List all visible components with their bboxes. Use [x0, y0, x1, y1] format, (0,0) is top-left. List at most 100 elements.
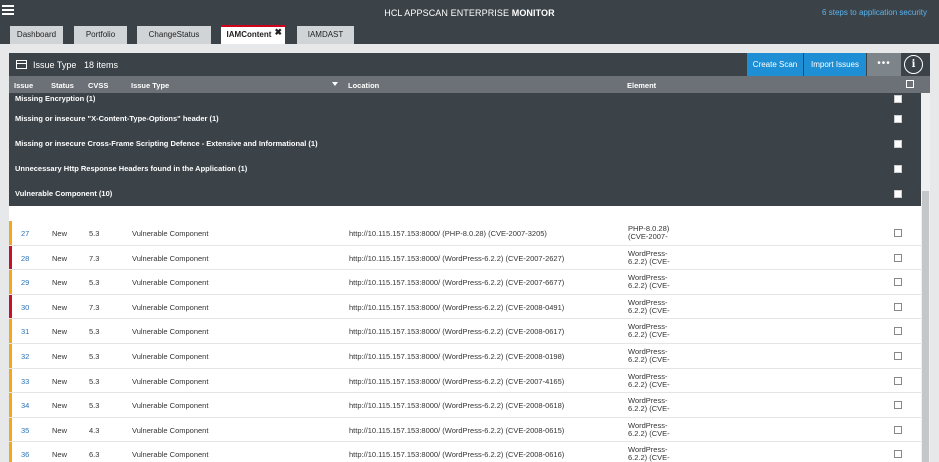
table-row[interactable]: 32 New 5.3 Vulnerable Component http://10.11…: [9, 343, 921, 369]
issue-element: WordPress- 6.2.2) (CVE-: [628, 421, 670, 438]
issue-cvss: 5.3: [89, 278, 100, 288]
issue-id-link[interactable]: 32: [21, 352, 29, 361]
group-row[interactable]: Missing or insecure Cross-Frame Scriptin…: [9, 131, 921, 156]
tab-bar: Dashboard Portfolio ChangeStatus IAMCont…: [0, 24, 939, 44]
issue-type: Vulnerable Component: [132, 253, 209, 263]
issue-status: New: [52, 278, 68, 288]
col-cvss[interactable]: CVSS: [88, 81, 108, 90]
import-issues-button[interactable]: Import Issues: [804, 53, 866, 76]
row-checkbox[interactable]: [894, 229, 902, 237]
col-status[interactable]: Status: [51, 81, 74, 90]
issue-location: http://10.115.157.153:8000/ (WordPress-6…: [349, 327, 565, 337]
scrollbar-thumb[interactable]: [922, 191, 929, 462]
issue-cvss: 5.3: [89, 327, 100, 337]
severity-indicator: [9, 417, 12, 442]
issue-id-link[interactable]: 27: [21, 229, 29, 238]
tab-label: ChangeStatus: [148, 30, 200, 39]
row-checkbox[interactable]: [894, 351, 902, 360]
tab-portfolio[interactable]: Portfolio: [74, 26, 127, 44]
issue-id-link[interactable]: 31: [21, 327, 29, 336]
table-row[interactable]: 35 New 4.3 Vulnerable Component http://10.11…: [9, 417, 921, 443]
row-checkbox[interactable]: [894, 425, 902, 434]
table-row[interactable]: 33 New 5.3 Vulnerable Component http://10.11…: [9, 368, 921, 394]
group-label: Missing or insecure Cross-Frame Scriptin…: [15, 139, 318, 148]
row-checkbox[interactable]: [894, 253, 902, 262]
issue-element: WordPress- 6.2.2) (CVE-: [628, 298, 670, 315]
select-all-checkbox[interactable]: [906, 80, 914, 88]
issue-id-link[interactable]: 36: [21, 450, 29, 459]
table-row[interactable]: 29 New 5.3 Vulnerable Component http://10.11…: [9, 270, 921, 295]
group-row[interactable]: Missing Encryption (1): [9, 93, 921, 106]
tab-label: IAMDAST: [307, 30, 344, 39]
issue-cvss: 5.3: [89, 376, 100, 386]
issue-location: http://10.115.157.153:8000/ (WordPress-6…: [349, 401, 565, 411]
table-row[interactable]: 36 New 6.3 Vulnerable Component http://10.11…: [9, 442, 921, 462]
issue-location: http://10.115.157.153:8000/ (WordPress-6…: [349, 425, 565, 435]
row-checkbox[interactable]: [894, 278, 902, 287]
row-checkbox[interactable]: [894, 376, 902, 385]
more-options-button[interactable]: •••: [867, 53, 901, 76]
table-row[interactable]: 34 New 5.3 Vulnerable Component http://10.11…: [9, 393, 921, 418]
group-row[interactable]: Vulnerable Component (10): [9, 181, 921, 206]
close-icon[interactable]: ✖: [274, 27, 282, 37]
grid-icon: [16, 60, 27, 69]
group-checkbox[interactable]: [894, 165, 902, 173]
group-row[interactable]: Unnecessary Http Response Headers found …: [9, 156, 921, 181]
row-checkbox[interactable]: [894, 450, 902, 459]
col-issue[interactable]: Issue: [14, 81, 33, 90]
group-row[interactable]: Missing or insecure "X-Content-Type-Opti…: [9, 106, 921, 131]
panel-title: Issue Type: [33, 60, 77, 70]
scrollbar[interactable]: [921, 93, 930, 462]
table-row[interactable]: 30 New 7.3 Vulnerable Component http://10.11…: [9, 294, 921, 320]
row-checkbox[interactable]: [894, 401, 902, 410]
issue-id-link[interactable]: 29: [21, 278, 29, 287]
group-checkbox[interactable]: [894, 190, 902, 198]
issue-status: New: [52, 376, 68, 386]
create-scan-button[interactable]: Create Scan: [747, 53, 803, 76]
issue-id-link[interactable]: 33: [21, 377, 29, 386]
issue-id-link[interactable]: 30: [21, 303, 29, 312]
issue-list: 27 New 5.3 Vulnerable Component http://10.11…: [9, 221, 921, 462]
info-icon[interactable]: i: [904, 55, 923, 74]
item-count: 18 items: [84, 60, 119, 70]
severity-indicator: [9, 270, 12, 294]
col-element[interactable]: Element: [627, 81, 656, 90]
group-checkbox[interactable]: [894, 140, 902, 148]
table-row[interactable]: 27 New 5.3 Vulnerable Component http://10.11…: [9, 221, 921, 246]
sort-down-icon[interactable]: [332, 82, 338, 86]
group-label: Vulnerable Component (10): [15, 189, 113, 198]
help-link[interactable]: 6 steps to application security: [822, 8, 927, 17]
col-issue-type[interactable]: Issue Type: [131, 81, 169, 90]
issue-type: Vulnerable Component: [132, 351, 209, 361]
table-row[interactable]: 31 New 5.3 Vulnerable Component http://10.11…: [9, 319, 921, 344]
row-checkbox[interactable]: [894, 302, 902, 311]
group-checkbox[interactable]: [894, 115, 902, 123]
tab-label: Portfolio: [85, 30, 116, 39]
content-area: Issue Type 18 items Create Scan Import I…: [0, 44, 939, 462]
table-row[interactable]: 28 New 7.3 Vulnerable Component http://10.11…: [9, 245, 921, 271]
severity-indicator: [9, 442, 12, 462]
issue-type: Vulnerable Component: [132, 229, 209, 238]
issue-element: WordPress- 6.2.2) (CVE-: [628, 372, 670, 389]
issue-type: Vulnerable Component: [132, 278, 209, 288]
issue-status: New: [52, 253, 68, 263]
group-label: Missing or insecure "X-Content-Type-Opti…: [15, 114, 219, 123]
group-checkbox[interactable]: [894, 95, 902, 103]
top-bar: HCL APPSCAN ENTERPRISE MONITOR 6 steps t…: [0, 0, 939, 24]
tab-iamcontent[interactable]: IAMContent ✖: [221, 25, 285, 44]
issue-id-link[interactable]: 35: [21, 426, 29, 435]
row-checkbox[interactable]: [894, 327, 902, 336]
tab-iamdast[interactable]: IAMDAST: [297, 26, 354, 44]
issue-type: Vulnerable Component: [132, 450, 209, 460]
issue-cvss: 6.3: [89, 450, 100, 460]
issue-id-link[interactable]: 34: [21, 401, 29, 410]
col-location[interactable]: Location: [348, 81, 379, 90]
issue-id-link[interactable]: 28: [21, 254, 29, 263]
group-label: Missing Encryption (1): [15, 94, 96, 103]
issue-element: WordPress- 6.2.2) (CVE-: [628, 347, 670, 364]
issue-status: New: [52, 425, 68, 435]
tab-dashboard[interactable]: Dashboard: [10, 26, 63, 44]
tab-changestatus[interactable]: ChangeStatus: [137, 26, 211, 44]
issue-status: New: [52, 302, 68, 312]
severity-indicator: [9, 319, 12, 343]
